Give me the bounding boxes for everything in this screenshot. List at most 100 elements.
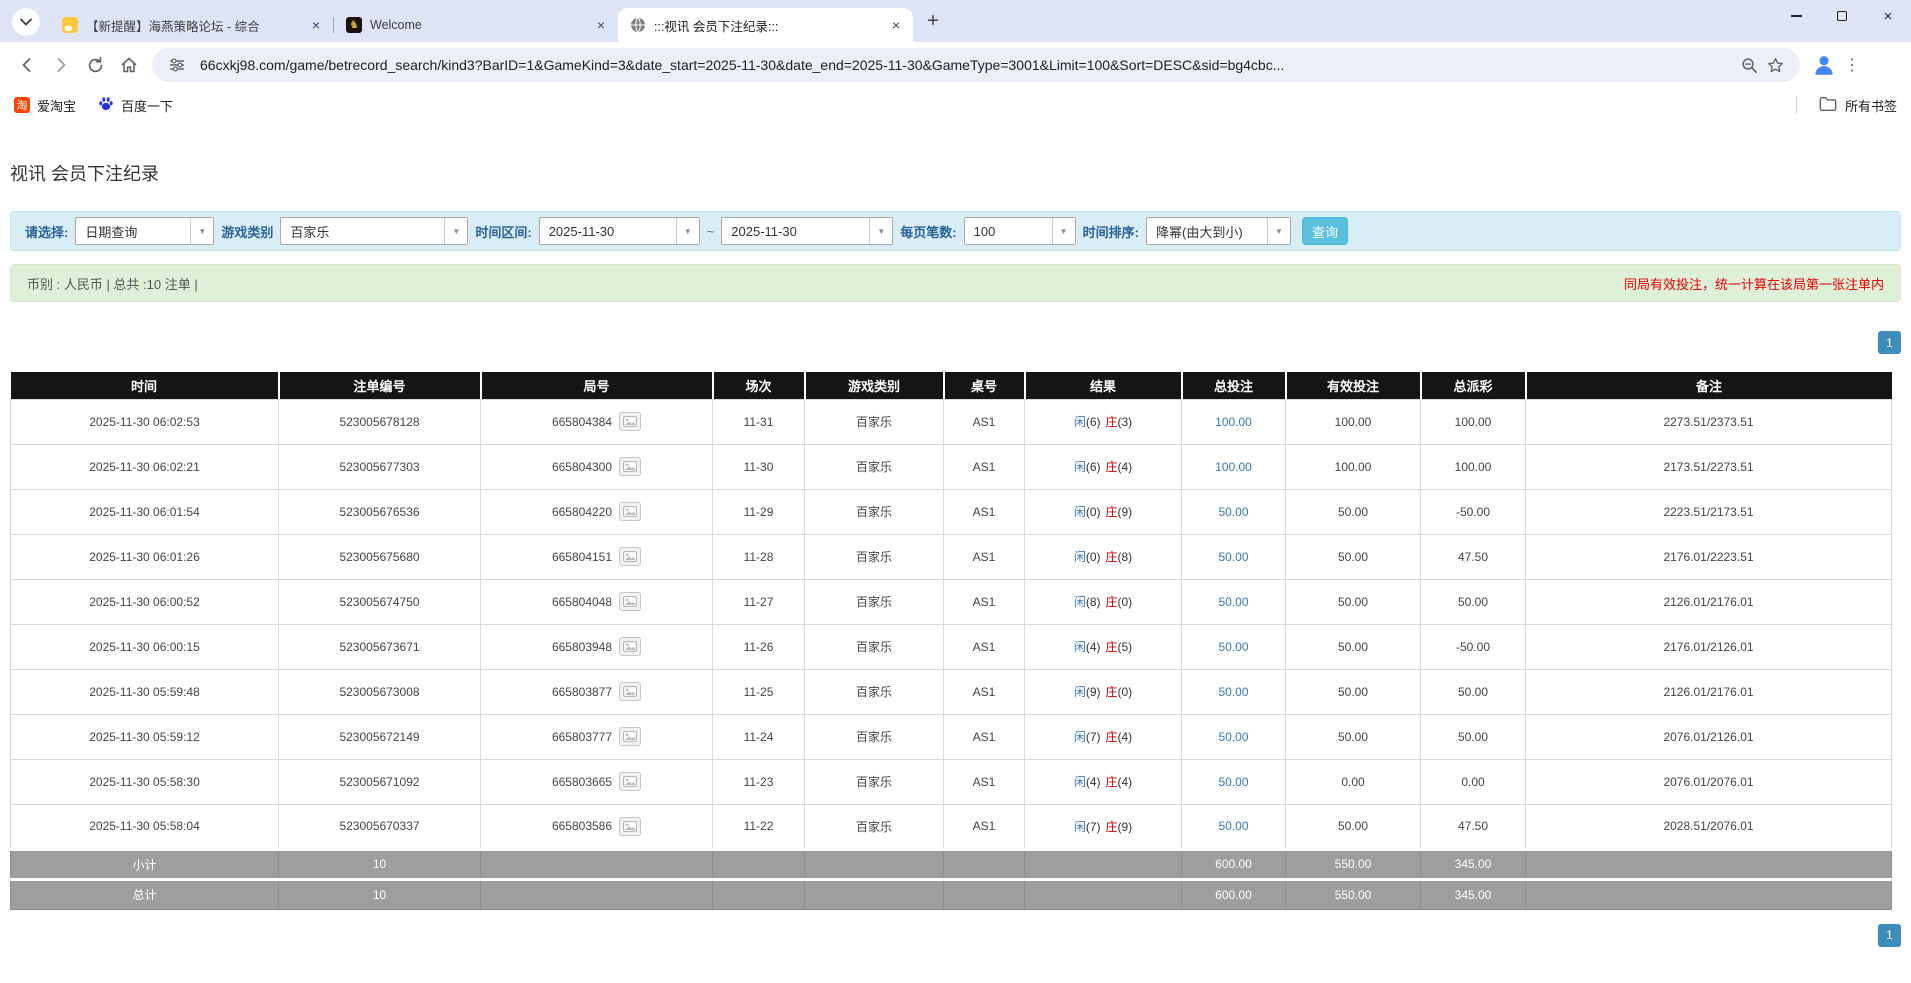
date-end-select[interactable]: 2025-11-30 ▼ [721, 217, 893, 245]
valid-bet-cell: 100.00 [1286, 399, 1421, 444]
game-type-select[interactable]: 百家乐 ▼ [280, 217, 468, 245]
video-replay-icon[interactable] [619, 592, 641, 611]
session-cell: 11-25 [713, 669, 805, 714]
result-cell: 闲(4)庄(4) [1025, 759, 1182, 804]
tab-close-icon[interactable]: × [307, 16, 325, 34]
total-bet-link[interactable]: 100.00 [1215, 460, 1252, 474]
refresh-icon [86, 56, 105, 75]
minimize-icon [1791, 15, 1802, 17]
date-start-select[interactable]: 2025-11-30 ▼ [539, 217, 700, 245]
pagination-top: 1 [10, 331, 1901, 354]
forward-button[interactable] [44, 48, 78, 82]
page-size-select[interactable]: 100 ▼ [964, 217, 1076, 245]
video-replay-icon[interactable] [619, 772, 641, 791]
video-replay-icon[interactable] [619, 682, 641, 701]
video-replay-icon[interactable] [619, 547, 641, 566]
col-bet-id: 注单编号 [279, 372, 481, 399]
result-cell: 闲(0)庄(9) [1025, 489, 1182, 534]
close-button[interactable]: × [1865, 0, 1911, 32]
session-cell: 11-23 [713, 759, 805, 804]
new-tab-button[interactable]: + [919, 7, 947, 35]
valid-bet-cell: 100.00 [1286, 444, 1421, 489]
date-start-value: 2025-11-30 [540, 218, 676, 244]
back-button[interactable] [10, 48, 44, 82]
remark-cell: 2028.51/2076.01 [1526, 804, 1892, 849]
table-no-cell: AS1 [944, 759, 1025, 804]
tab-strip: 【新提醒】海燕策略论坛 - 综合 × ♞ Welcome × :::视讯 会员下… [0, 0, 1911, 42]
tab-forum[interactable]: 【新提醒】海燕策略论坛 - 综合 × [50, 8, 333, 42]
col-time: 时间 [11, 372, 279, 399]
page-title: 视讯 会员下注纪录 [10, 160, 1901, 186]
summary-bar: 币别 : 人民币 | 总共 :10 注单 | 同局有效投注，统一计算在该局第一张… [10, 264, 1901, 302]
round-cell: 665804384 [481, 399, 713, 444]
omnibox[interactable]: 66cxkj98.com/game/betrecord_search/kind3… [152, 48, 1800, 82]
tab-close-icon[interactable]: × [887, 16, 905, 34]
total-bet-cell: 50.00 [1182, 714, 1286, 759]
total-bet-link[interactable]: 50.00 [1218, 819, 1248, 833]
home-button[interactable] [112, 48, 146, 82]
total-bet-link[interactable]: 50.00 [1218, 685, 1248, 699]
session-cell: 11-28 [713, 534, 805, 579]
pagination-bottom: 1 [10, 924, 1901, 947]
minimize-button[interactable] [1773, 0, 1819, 32]
total-bet-link[interactable]: 50.00 [1218, 640, 1248, 654]
col-table: 桌号 [944, 372, 1025, 399]
browser-toolbar: 66cxkj98.com/game/betrecord_search/kind3… [0, 42, 1911, 88]
banker-result: 庄 [1106, 595, 1118, 609]
refresh-button[interactable] [78, 48, 112, 82]
table-no-cell: AS1 [944, 579, 1025, 624]
time-cell: 2025-11-30 06:01:26 [11, 534, 279, 579]
video-replay-icon[interactable] [619, 817, 641, 836]
payout-cell: -50.00 [1421, 624, 1526, 669]
total-bet-link[interactable]: 50.00 [1218, 730, 1248, 744]
remark-cell: 2176.01/2126.01 [1526, 624, 1892, 669]
video-replay-icon[interactable] [619, 457, 641, 476]
date-end-value: 2025-11-30 [722, 218, 869, 244]
session-cell: 11-29 [713, 489, 805, 534]
total-bet-link[interactable]: 50.00 [1218, 595, 1248, 609]
total-bet-link[interactable]: 50.00 [1218, 775, 1248, 789]
sort-order-select[interactable]: 降幂(由大到小) ▼ [1146, 217, 1291, 245]
bet-id-cell: 523005674750 [279, 579, 481, 624]
page-1-button[interactable]: 1 [1878, 331, 1901, 354]
bookmark-baidu[interactable]: 百度一下 [98, 96, 173, 115]
total-bet-cell: 50.00 [1182, 579, 1286, 624]
currency-summary: 币别 : 人民币 | 总共 :10 注单 | [27, 274, 198, 293]
bookmark-star-icon[interactable] [1762, 52, 1788, 78]
valid-bet-notice: 同局有效投注，统一计算在该局第一张注单内 [1624, 274, 1884, 293]
col-round: 局号 [481, 372, 713, 399]
banker-result: 庄 [1106, 640, 1118, 654]
table-footer: 小计 10 600.00 550.00 345.00 总计 10 600.00 … [11, 849, 1892, 909]
menu-kebab-icon[interactable]: ⋮ [1842, 49, 1862, 81]
table-row: 2025-11-30 06:02:53 523005678128 6658043… [11, 399, 1892, 444]
tab-welcome[interactable]: ♞ Welcome × [334, 8, 618, 42]
bookmark-taobao[interactable]: 淘 爱淘宝 [14, 96, 76, 115]
round-cell: 665804300 [481, 444, 713, 489]
round-cell: 665803777 [481, 714, 713, 759]
player-result: 闲 [1074, 685, 1086, 699]
profile-button[interactable] [1808, 49, 1840, 81]
zoom-icon[interactable] [1736, 52, 1762, 78]
site-settings-icon[interactable] [164, 52, 190, 78]
total-bet-link[interactable]: 100.00 [1215, 415, 1252, 429]
video-replay-icon[interactable] [619, 412, 641, 431]
url-text[interactable]: 66cxkj98.com/game/betrecord_search/kind3… [200, 57, 1736, 73]
video-replay-icon[interactable] [619, 502, 641, 521]
round-cell: 665803948 [481, 624, 713, 669]
result-cell: 闲(6)庄(3) [1025, 399, 1182, 444]
all-bookmarks-button[interactable]: 所有书签 [1796, 96, 1897, 115]
table-no-cell: AS1 [944, 804, 1025, 849]
video-replay-icon[interactable] [619, 727, 641, 746]
tab-betrecord-active[interactable]: :::视讯 会员下注纪录::: × [618, 8, 913, 42]
page-1-button[interactable]: 1 [1878, 924, 1901, 947]
total-bet-cell: 50.00 [1182, 804, 1286, 849]
round-id: 665803877 [552, 685, 612, 699]
tab-search-button[interactable] [12, 8, 40, 36]
query-type-select[interactable]: 日期查询 ▼ [75, 217, 214, 245]
video-replay-icon[interactable] [619, 637, 641, 656]
total-bet-link[interactable]: 50.00 [1218, 550, 1248, 564]
maximize-button[interactable] [1819, 0, 1865, 32]
total-bet-link[interactable]: 50.00 [1218, 505, 1248, 519]
search-button[interactable]: 查询 [1302, 217, 1348, 245]
tab-close-icon[interactable]: × [592, 16, 610, 34]
